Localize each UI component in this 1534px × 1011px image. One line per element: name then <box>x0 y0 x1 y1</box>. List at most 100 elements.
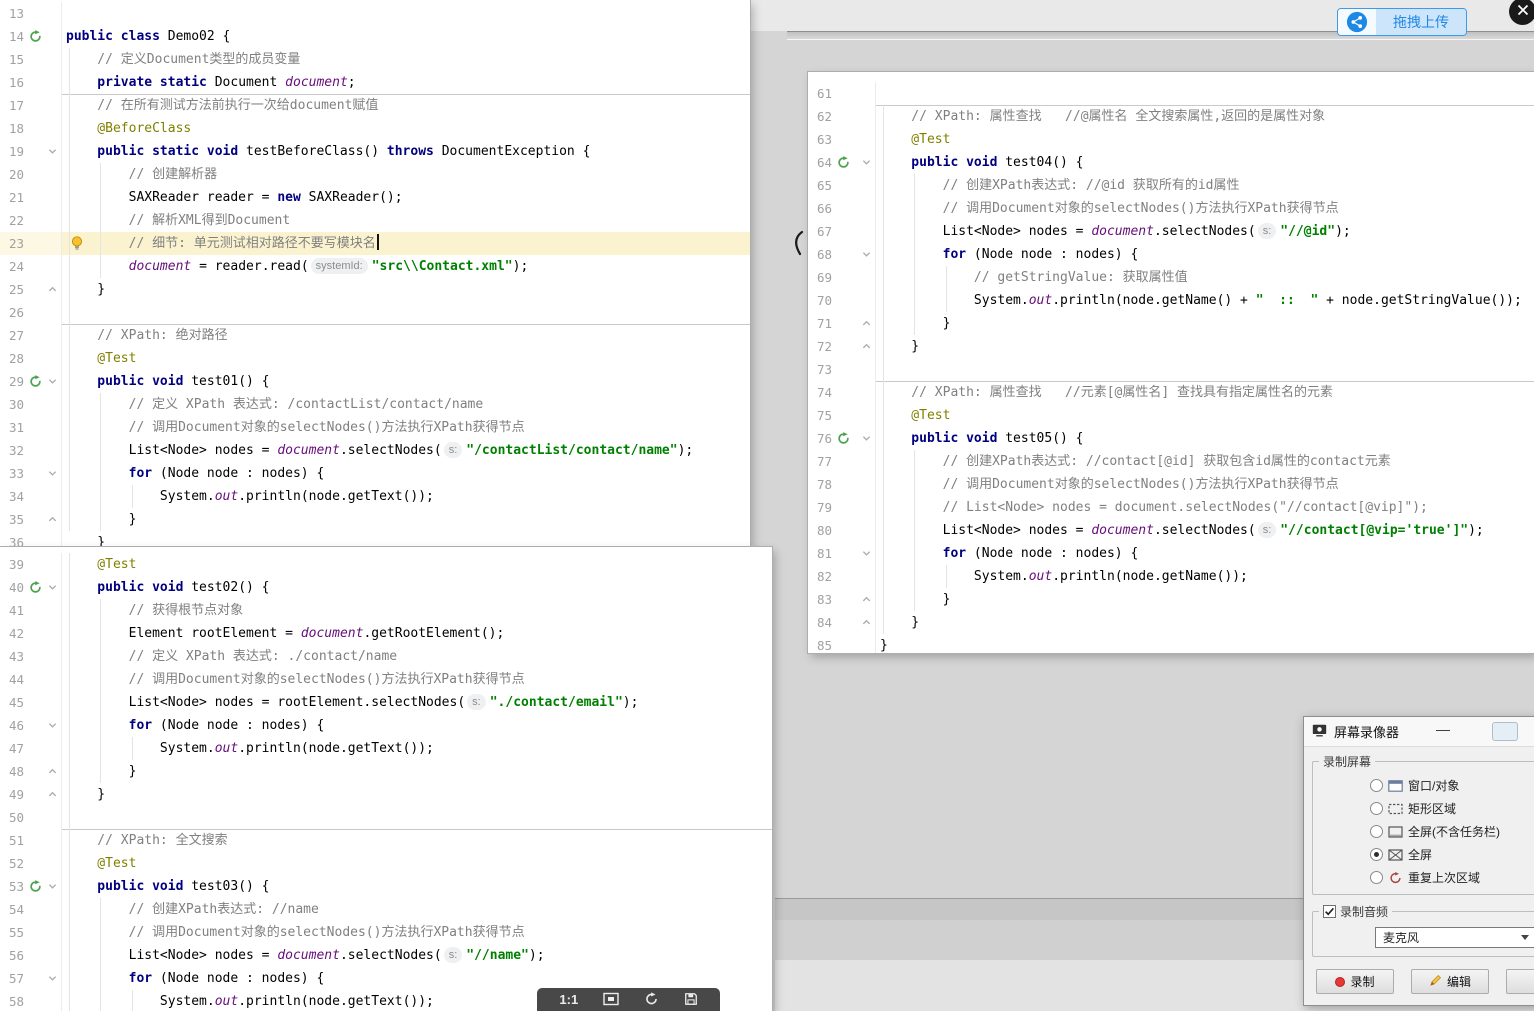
code-text[interactable]: // 调用Document对象的selectNodes()方法执行XPath获得… <box>876 197 1534 220</box>
gutter[interactable]: 20 <box>0 163 62 186</box>
radio-repeat-last-region[interactable]: 重复上次区域 <box>1313 866 1534 889</box>
code-text[interactable]: Element rootElement = document.getRootEl… <box>62 622 772 645</box>
gutter[interactable]: 58 <box>0 990 62 1011</box>
gutter[interactable]: 46 <box>0 714 62 737</box>
gutter[interactable]: 62 <box>808 105 876 128</box>
gutter[interactable]: 30 <box>0 393 62 416</box>
code-text[interactable] <box>876 82 1534 105</box>
code-text[interactable]: } <box>62 531 750 546</box>
run-test-icon[interactable] <box>837 156 852 169</box>
code-text[interactable] <box>62 301 750 324</box>
gutter[interactable]: 50 <box>0 806 62 829</box>
gutter[interactable]: 84 <box>808 611 876 634</box>
code-text[interactable]: } <box>876 611 1534 634</box>
gutter[interactable]: 64 <box>808 151 876 174</box>
gutter[interactable]: 23 <box>0 232 62 255</box>
fold-marker-icon[interactable] <box>862 549 872 558</box>
gutter[interactable]: 29 <box>0 370 62 393</box>
fold-marker-icon[interactable] <box>48 974 58 983</box>
code-text[interactable]: @Test <box>62 347 750 370</box>
gutter[interactable]: 66 <box>808 197 876 220</box>
code-text[interactable]: @Test <box>876 404 1534 427</box>
gutter[interactable]: 78 <box>808 473 876 496</box>
code-text[interactable]: // List<Node> nodes = document.selectNod… <box>876 496 1534 519</box>
gutter[interactable]: 70 <box>808 289 876 312</box>
fold-marker-icon[interactable] <box>862 250 872 259</box>
record-button[interactable]: 录制 <box>1316 969 1394 994</box>
gutter[interactable]: 40 <box>0 576 62 599</box>
code-text[interactable]: // 创建解析器 <box>62 163 750 186</box>
gutter[interactable]: 56 <box>0 944 62 967</box>
fold-marker-icon[interactable] <box>48 790 58 799</box>
code-text[interactable]: } <box>62 278 750 301</box>
code-text[interactable]: public void test03() { <box>62 875 772 898</box>
gutter[interactable]: 75 <box>808 404 876 427</box>
zoom-ratio-button[interactable]: 1:1 <box>559 992 578 1008</box>
gutter[interactable]: 81 <box>808 542 876 565</box>
drag-upload-button[interactable]: 拖拽上传 <box>1337 8 1467 36</box>
code-text[interactable]: // 定义 XPath 表达式: /contactList/contact/na… <box>62 393 750 416</box>
gutter[interactable]: 14 <box>0 25 62 48</box>
gutter[interactable]: 15 <box>0 48 62 71</box>
gutter[interactable]: 52 <box>0 852 62 875</box>
fold-marker-icon[interactable] <box>48 882 58 891</box>
gutter[interactable]: 61 <box>808 82 876 105</box>
gutter[interactable]: 22 <box>0 209 62 232</box>
code-text[interactable]: for (Node node : nodes) { <box>876 243 1534 266</box>
microphone-select[interactable]: 麦克风 <box>1375 927 1534 948</box>
gutter[interactable]: 77 <box>808 450 876 473</box>
code-text[interactable]: public class Demo02 { <box>62 25 750 48</box>
code-text[interactable]: for (Node node : nodes) { <box>62 714 772 737</box>
gutter[interactable]: 17 <box>0 94 62 117</box>
code-text[interactable]: public void test02() { <box>62 576 772 599</box>
code-text[interactable]: // 创建XPath表达式: //contact[@id] 获取包含id属性的c… <box>876 450 1534 473</box>
gutter[interactable]: 36 <box>0 531 62 546</box>
edit-button[interactable]: 编辑 <box>1411 969 1489 994</box>
code-text[interactable]: for (Node node : nodes) { <box>62 462 750 485</box>
radio-fullscreen[interactable]: 全屏 <box>1313 843 1534 866</box>
fold-marker-icon[interactable] <box>48 377 58 386</box>
fold-marker-icon[interactable] <box>862 342 872 351</box>
gutter[interactable]: 48 <box>0 760 62 783</box>
run-test-icon[interactable] <box>29 581 44 594</box>
fold-marker-icon[interactable] <box>862 434 872 443</box>
gutter[interactable]: 26 <box>0 301 62 324</box>
code-text[interactable]: // 定义 XPath 表达式: ./contact/name <box>62 645 772 668</box>
fold-marker-icon[interactable] <box>48 285 58 294</box>
run-test-icon[interactable] <box>29 30 44 43</box>
minimize-button[interactable]: — <box>1432 721 1454 741</box>
code-text[interactable]: // XPath: 全文搜索 <box>62 829 772 852</box>
code-text[interactable]: System.out.println(node.getName()); <box>876 565 1534 588</box>
code-text[interactable]: } <box>876 588 1534 611</box>
code-text[interactable]: System.out.println(node.getName() + " ::… <box>876 289 1534 312</box>
gutter[interactable]: 54 <box>0 898 62 921</box>
code-text[interactable]: // 创建XPath表达式: //name <box>62 898 772 921</box>
gutter[interactable]: 24 <box>0 255 62 278</box>
record-audio-checkbox[interactable]: 录制音频 <box>1323 903 1388 920</box>
gutter[interactable]: 47 <box>0 737 62 760</box>
fold-marker-icon[interactable] <box>48 515 58 524</box>
gutter[interactable]: 33 <box>0 462 62 485</box>
gutter[interactable]: 83 <box>808 588 876 611</box>
code-text[interactable]: List<Node> nodes = document.selectNodes(… <box>876 220 1534 243</box>
code-text[interactable]: // 调用Document对象的selectNodes()方法执行XPath获得… <box>62 668 772 691</box>
gutter[interactable]: 39 <box>0 553 62 576</box>
gutter[interactable]: 45 <box>0 691 62 714</box>
code-text[interactable]: for (Node node : nodes) { <box>876 542 1534 565</box>
code-text[interactable]: document = reader.read(systemId: "src\\Co… <box>62 255 750 278</box>
code-text[interactable]: // getStringValue: 获取属性值 <box>876 266 1534 289</box>
gutter[interactable]: 19 <box>0 140 62 163</box>
code-text[interactable]: SAXReader reader = new SAXReader(); <box>62 186 750 209</box>
code-text[interactable]: } <box>62 783 772 806</box>
code-text[interactable]: System.out.println(node.getText()); <box>62 737 772 760</box>
code-text[interactable]: // 定义Document类型的成员变量 <box>62 48 750 71</box>
code-text[interactable]: // XPath: 绝对路径 <box>62 324 750 347</box>
code-text[interactable]: List<Node> nodes = document.selectNodes(… <box>62 439 750 462</box>
close-button[interactable] <box>1509 0 1534 25</box>
gutter[interactable]: 71 <box>808 312 876 335</box>
gutter[interactable]: 65 <box>808 174 876 197</box>
code-text[interactable]: // 调用Document对象的selectNodes()方法执行XPath获得… <box>62 921 772 944</box>
radio-fullscreen-no-taskbar[interactable]: 全屏(不含任务栏) <box>1313 820 1534 843</box>
fold-marker-icon[interactable] <box>48 583 58 592</box>
run-test-icon[interactable] <box>837 432 852 445</box>
